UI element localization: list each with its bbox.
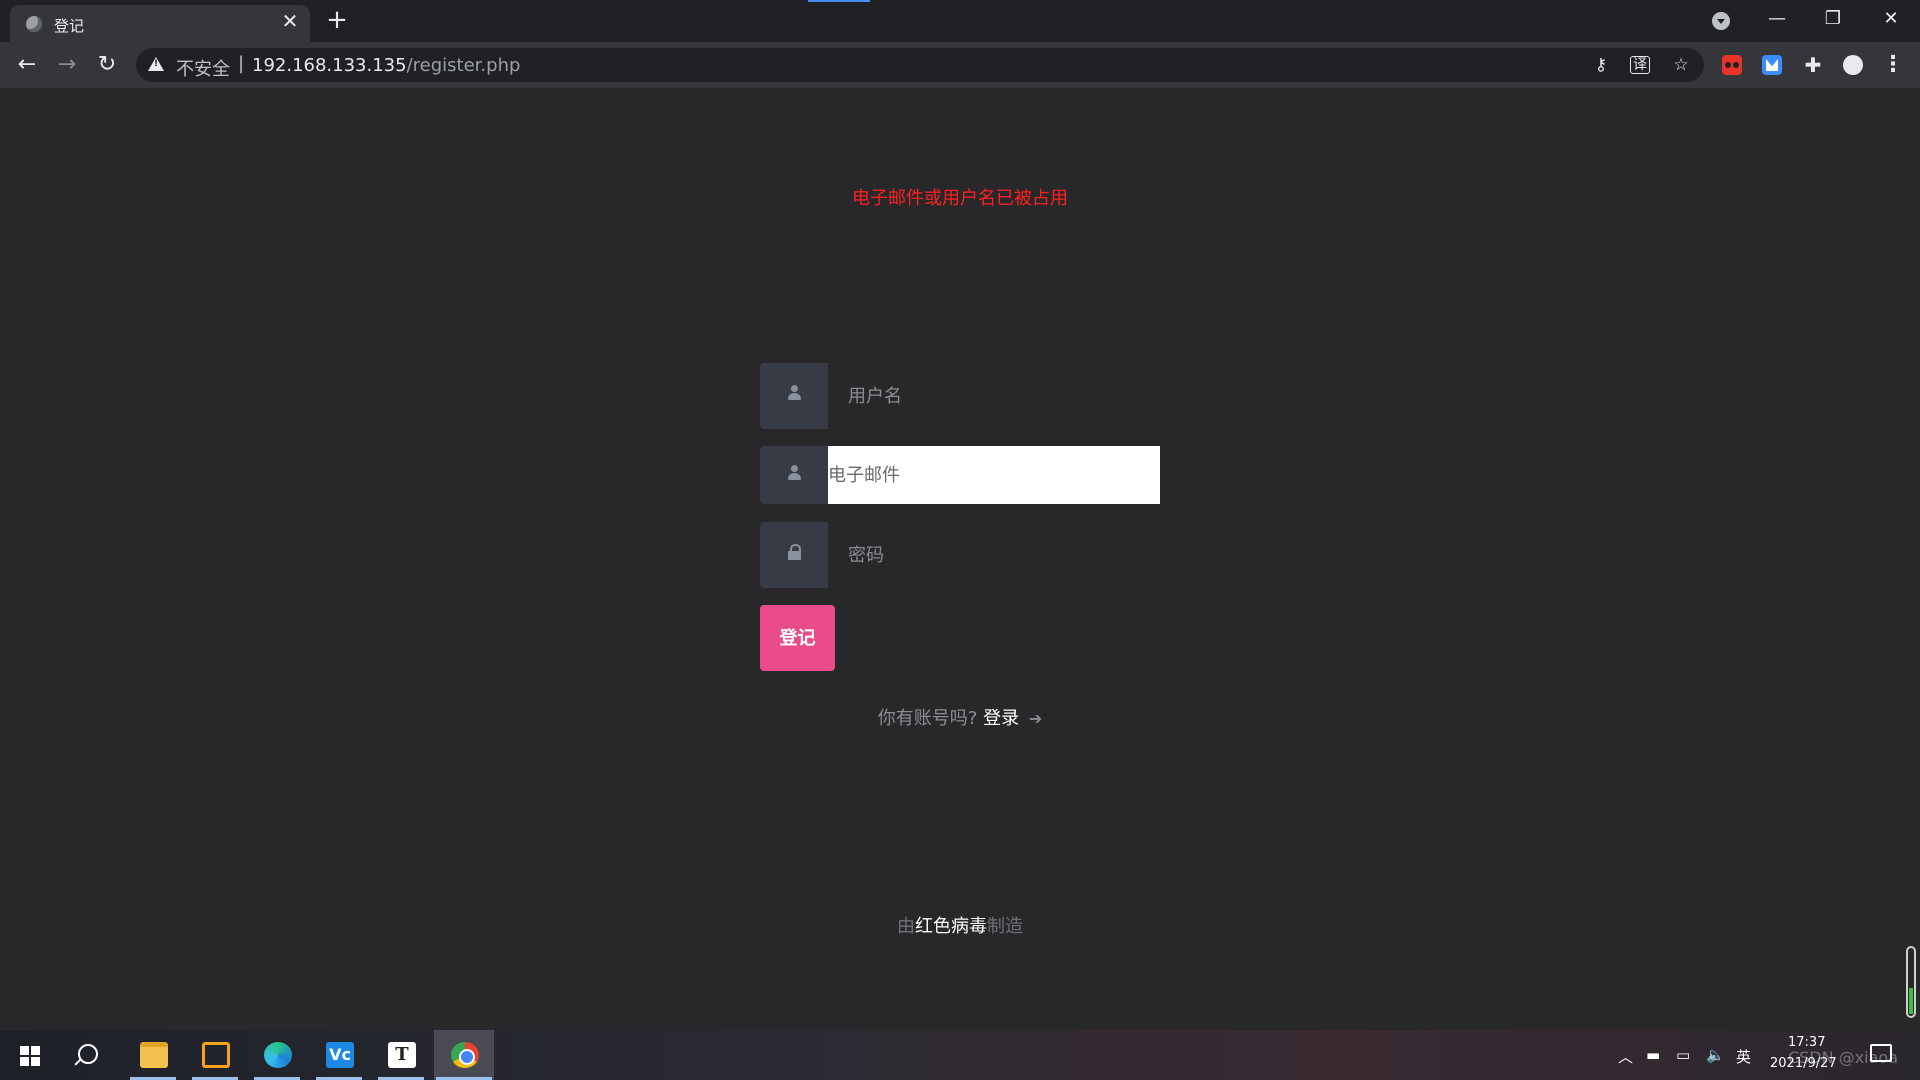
vmware-icon — [202, 1042, 230, 1068]
footer-prefix: 由 — [897, 916, 915, 937]
taskbar: Vc T ︿ ▬ ▭ 🔈 英 17:37 2021/9/27 CSDN @xia… — [0, 1030, 1920, 1080]
battery-icon[interactable]: ▬ — [1646, 1046, 1660, 1064]
address-bar[interactable]: 不安全 | 192.168.133.135/register.php ⚷ 译 ☆ — [136, 48, 1704, 82]
forward-arrow-icon[interactable]: → — [52, 50, 82, 80]
chrome-icon — [451, 1042, 479, 1068]
notification-icon[interactable] — [1870, 1044, 1892, 1062]
profile-avatar-icon[interactable] — [1840, 52, 1866, 78]
window-minimize-button[interactable]: — — [1760, 6, 1794, 32]
globe-icon — [26, 16, 42, 32]
back-arrow-icon[interactable]: ← — [12, 50, 42, 80]
register-button[interactable]: 登记 — [760, 605, 835, 671]
tab-close-icon[interactable]: ✕ — [280, 11, 300, 31]
browser-tab[interactable]: 登记 ✕ — [10, 5, 310, 42]
security-label[interactable]: 不安全 — [176, 55, 230, 81]
taskbar-chrome[interactable] — [434, 1030, 494, 1080]
user-icon — [788, 385, 801, 401]
search-icon[interactable] — [78, 1044, 98, 1064]
password-field — [760, 522, 1160, 588]
bookmark-star-icon[interactable]: ☆ — [1670, 55, 1692, 75]
browser-toolbar: ← → ↻ 不安全 | 192.168.133.135/register.php… — [0, 42, 1920, 88]
vc-icon: Vc — [326, 1042, 354, 1068]
edge-icon — [264, 1042, 292, 1068]
taskbar-vmware[interactable] — [190, 1030, 240, 1080]
footer-suffix: 制造 — [987, 916, 1023, 937]
user-icon — [788, 465, 801, 481]
username-icon-box — [760, 363, 828, 429]
tab-title: 登记 — [54, 17, 85, 35]
windows-start-icon[interactable] — [20, 1046, 40, 1066]
lock-icon — [788, 544, 801, 561]
browser-tabstrip: 登记 ✕ + — ❐ ✕ — [0, 0, 1920, 42]
folder-icon — [140, 1042, 168, 1068]
typora-icon: T — [388, 1042, 416, 1068]
password-input[interactable] — [828, 522, 1160, 588]
page-content: 电子邮件或用户名已被占用 登记 你有账号吗? 登录 ➔ 由红色病毒制造 — [0, 88, 1920, 1030]
email-icon-box — [760, 446, 828, 504]
url-path: /register.php — [406, 55, 521, 76]
footer-author: 红色病毒 — [915, 916, 987, 937]
warning-icon[interactable] — [148, 57, 164, 71]
translate-icon[interactable]: 译 — [1630, 56, 1650, 74]
url-text[interactable]: 192.168.133.135/register.php — [252, 55, 520, 76]
network-icon[interactable]: ▭ — [1676, 1046, 1690, 1064]
extension-red-icon[interactable] — [1722, 55, 1742, 75]
ime-indicator[interactable]: 英 — [1736, 1046, 1751, 1067]
email-field — [760, 446, 1160, 504]
key-icon[interactable]: ⚷ — [1590, 55, 1612, 75]
arrow-right-icon[interactable]: ➔ — [1029, 709, 1042, 728]
login-prompt-line: 你有账号吗? 登录 ➔ — [0, 704, 1920, 730]
taskbar-edge[interactable] — [252, 1030, 302, 1080]
new-tab-button[interactable]: + — [324, 7, 350, 33]
url-host: 192.168.133.135 — [252, 55, 407, 76]
loading-indicator — [808, 0, 870, 2]
extensions-puzzle-icon[interactable]: ✚ — [1800, 52, 1826, 78]
browser-menu-icon[interactable]: ⋮ — [1880, 52, 1906, 78]
password-icon-box — [760, 522, 828, 588]
window-close-button[interactable]: ✕ — [1874, 6, 1908, 32]
footer-credit: 由红色病毒制造 — [0, 912, 1920, 938]
taskbar-file-explorer[interactable] — [128, 1030, 178, 1080]
email-input[interactable] — [828, 446, 1160, 504]
volume-level-indicator — [1906, 946, 1916, 1018]
volume-icon[interactable]: 🔈 — [1706, 1046, 1725, 1064]
username-input[interactable] — [828, 363, 1160, 429]
taskbar-typora[interactable]: T — [376, 1030, 426, 1080]
extension-blue-icon[interactable] — [1762, 55, 1782, 75]
url-separator: | — [238, 53, 245, 74]
username-field — [760, 363, 1160, 429]
login-link[interactable]: 登录 — [983, 708, 1019, 729]
reload-icon[interactable]: ↻ — [92, 50, 122, 80]
tab-search-icon[interactable] — [1712, 12, 1730, 30]
tray-expand-icon[interactable]: ︿ — [1618, 1046, 1633, 1067]
taskbar-vc[interactable]: Vc — [314, 1030, 364, 1080]
window-restore-button[interactable]: ❐ — [1816, 6, 1850, 32]
error-message: 电子邮件或用户名已被占用 — [852, 188, 1068, 209]
login-prompt: 你有账号吗? — [877, 708, 978, 729]
